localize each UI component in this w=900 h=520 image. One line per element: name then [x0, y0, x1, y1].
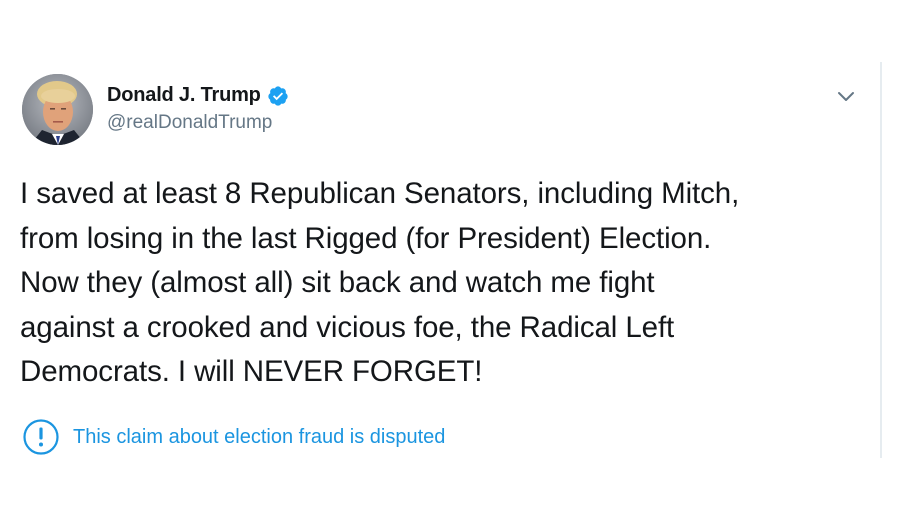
tweet-card: Donald J. Trump @realDonaldTrump I saved…	[0, 62, 882, 458]
tweet-text: I saved at least 8 Republican Senators, …	[20, 172, 870, 395]
avatar[interactable]	[22, 74, 93, 145]
tweet-text-line: against a crooked and vicious foe, the R…	[20, 310, 675, 344]
tweet-text-line: I saved at least 8 Republican Senators, …	[20, 177, 740, 210]
verified-badge-icon	[267, 85, 289, 107]
tweet-text-line: Now they (almost all) sit back and watch…	[20, 266, 655, 299]
screenshot-stage: Donald J. Trump @realDonaldTrump I saved…	[0, 0, 900, 520]
name-row: Donald J. Trump	[107, 84, 289, 107]
disputed-claim-label[interactable]: This claim about election fraud is dispu…	[73, 426, 445, 449]
disputed-claim-notice[interactable]: This claim about election fraud is dispu…	[22, 418, 445, 456]
tweet-text-line: from losing in the last Rigged (for Pres…	[20, 221, 712, 255]
avatar-image	[22, 74, 93, 145]
chevron-down-icon[interactable]	[834, 84, 858, 108]
display-name[interactable]: Donald J. Trump	[107, 84, 261, 107]
tweet-text-line: Democrats. I will NEVER FORGET!	[20, 355, 483, 388]
user-handle[interactable]: @realDonaldTrump	[107, 112, 272, 134]
exclamation-circle-icon	[22, 418, 60, 456]
